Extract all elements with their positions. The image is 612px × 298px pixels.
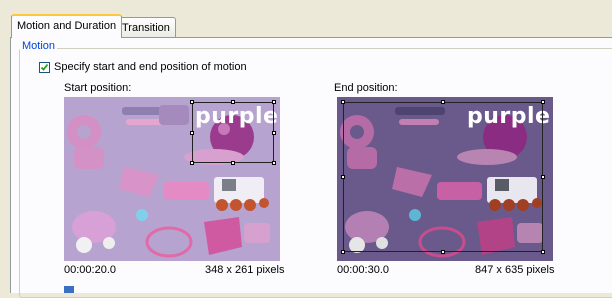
start-handle-e[interactable] — [272, 131, 276, 135]
start-size: 348 x 261 pixels — [205, 264, 285, 276]
start-handle-se[interactable] — [272, 161, 276, 165]
end-handle-nw[interactable] — [341, 100, 345, 104]
end-time: 00:00:30.0 — [337, 264, 389, 276]
end-handle-ne[interactable] — [541, 100, 545, 104]
start-handle-ne[interactable] — [272, 100, 276, 104]
specify-motion-label: Specify start and end position of motion — [54, 61, 247, 73]
end-handle-s[interactable] — [441, 250, 445, 254]
start-handle-n[interactable] — [231, 100, 235, 104]
tab-motion-and-duration[interactable]: Motion and Duration — [11, 14, 123, 38]
end-selection-box[interactable] — [343, 102, 543, 252]
end-position-preview[interactable]: purple — [337, 97, 553, 261]
tab-strip: Motion and Duration Transition — [0, 0, 612, 38]
start-handle-w[interactable] — [190, 131, 194, 135]
tab-transition[interactable]: Transition — [116, 17, 176, 37]
start-position-label: Start position: — [64, 82, 132, 94]
start-position-preview[interactable]: purple — [64, 97, 280, 261]
checkmark-icon — [40, 63, 49, 71]
end-handle-se[interactable] — [541, 250, 545, 254]
specify-motion-row[interactable]: Specify start and end position of motion — [39, 61, 247, 73]
end-position-label: End position: — [334, 82, 398, 94]
partial-icon — [64, 286, 74, 293]
start-handle-sw[interactable] — [190, 161, 194, 165]
end-handle-sw[interactable] — [341, 250, 345, 254]
start-selection-box[interactable] — [192, 102, 274, 163]
specify-motion-checkbox[interactable] — [39, 61, 50, 73]
end-handle-e[interactable] — [541, 175, 545, 179]
end-handle-w[interactable] — [341, 175, 345, 179]
motion-group-legend: Motion — [20, 40, 58, 52]
start-time: 00:00:20.0 — [64, 264, 116, 276]
end-handle-n[interactable] — [441, 100, 445, 104]
end-size: 847 x 635 pixels — [475, 264, 555, 276]
start-handle-nw[interactable] — [190, 100, 194, 104]
start-handle-s[interactable] — [231, 161, 235, 165]
